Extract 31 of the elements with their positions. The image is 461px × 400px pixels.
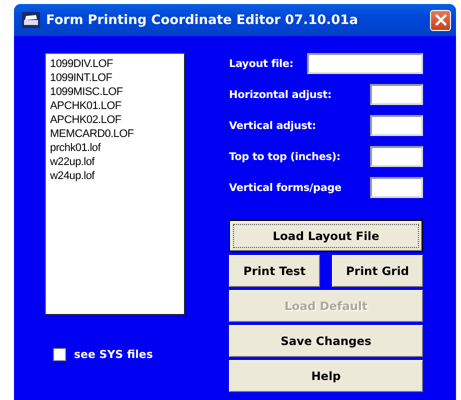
action-button[interactable]: Print Grid	[332, 255, 423, 287]
file-item[interactable]: APCHK01.LOF	[50, 99, 184, 113]
file-item[interactable]: 1099INT.LOF	[50, 71, 184, 85]
input-field[interactable]	[370, 146, 423, 167]
close-button[interactable]	[430, 10, 451, 30]
file-item[interactable]: APCHK02.LOF	[50, 113, 184, 127]
printer-icon	[22, 12, 40, 28]
field-label: Layout file:	[229, 58, 294, 70]
file-list[interactable]: 1099DIV.LOF 1099INT.LOF 1099MISC.LOF APCHK01.LOF APCHK02.LOF MEMCARD0.LOF prchk01.lof w22up.lof w24up.lof	[45, 53, 185, 315]
checkbox-label: see SYS files	[74, 348, 153, 361]
file-item[interactable]: w24up.lof	[50, 169, 184, 183]
input-field[interactable]	[370, 115, 423, 136]
action-button[interactable]: Help	[229, 360, 423, 392]
field-label: Horizontal adjust:	[229, 88, 332, 100]
input-field[interactable]	[370, 84, 423, 105]
checkbox[interactable]	[53, 348, 66, 361]
close-icon	[434, 14, 446, 26]
file-item[interactable]: w22up.lof	[50, 155, 184, 169]
file-item[interactable]: prchk01.lof	[50, 141, 184, 155]
input-field[interactable]	[370, 177, 423, 198]
action-button[interactable]: Save Changes	[229, 325, 423, 357]
field-label: Vertical forms/page	[229, 182, 342, 194]
file-item[interactable]: 1099DIV.LOF	[50, 57, 184, 71]
file-item[interactable]: MEMCARD0.LOF	[50, 127, 184, 141]
window-title: Form Printing Coordinate Editor 07.10.01a	[46, 12, 359, 28]
field-label: Top to top (inches):	[229, 150, 340, 162]
action-button[interactable]: Print Test	[229, 255, 320, 287]
action-button[interactable]: Load Layout File	[229, 220, 423, 252]
input-field[interactable]	[307, 53, 423, 74]
field-label: Vertical adjust:	[229, 120, 316, 132]
file-item[interactable]: 1099MISC.LOF	[50, 85, 184, 99]
